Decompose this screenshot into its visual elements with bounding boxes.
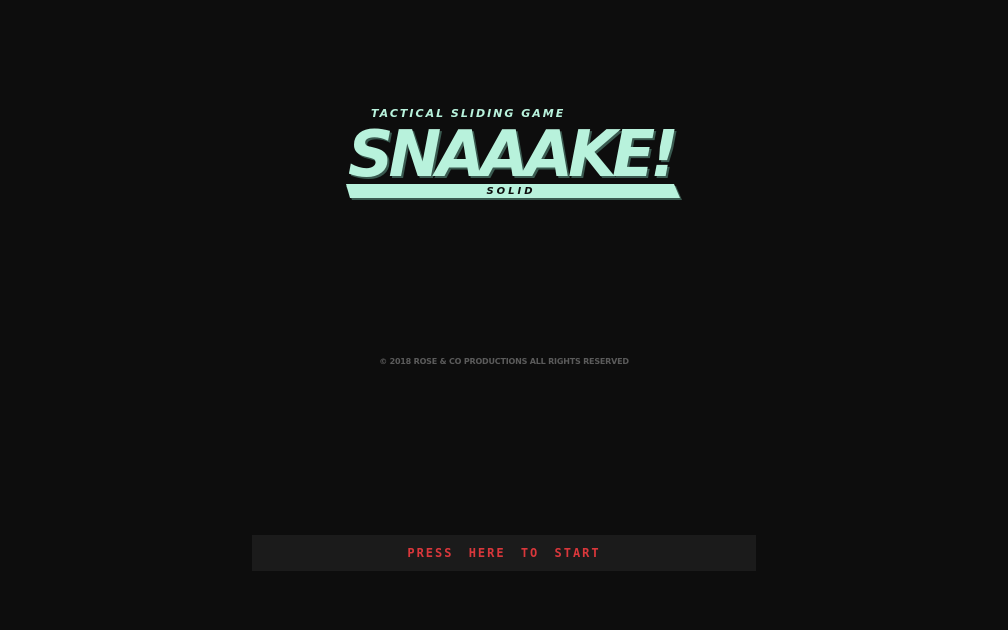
start-button[interactable]: PRESS HERE TO START [252,535,756,571]
copyright-notice: © 2018 ROSE & CO PRODUCTIONS ALL RIGHTS … [379,357,629,366]
logo-subtitle: SOLID [486,186,536,197]
logo-title-graphic: SNAAAKE! SNAAAKE! [348,118,682,184]
title-screen: TACTICAL SLIDING GAME SNAAAKE! SNAAAKE! … [0,0,1008,630]
start-button-label: PRESS HERE TO START [407,546,601,560]
logo-title: SNAAAKE! SNAAAKE! [340,118,682,184]
logo-title-text: SNAAAKE! [348,118,675,184]
game-logo: TACTICAL SLIDING GAME SNAAAKE! SNAAAKE! … [340,104,682,206]
